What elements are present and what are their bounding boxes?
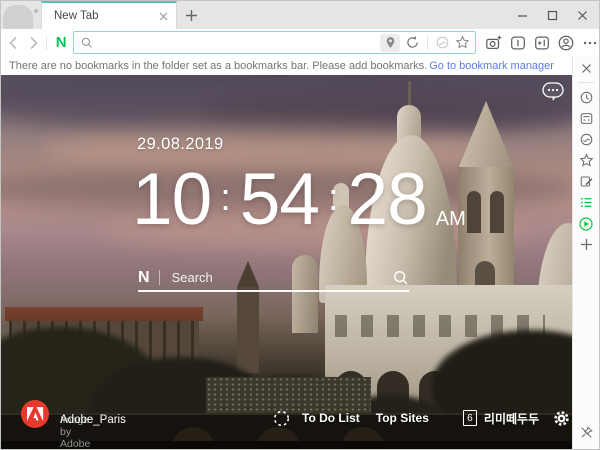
wallpaper-tower [237,287,259,373]
date-display: 29.08.2019 [137,135,224,154]
bookmark-star-icon[interactable] [453,34,471,52]
bookmark-manager-link[interactable]: Go to bookmark manager [429,60,554,72]
forward-button[interactable] [24,33,43,52]
clock-meridiem: AM [436,208,466,231]
address-bar [73,31,476,54]
wallpaper-detail [467,191,481,233]
reload-icon[interactable] [403,34,421,52]
window-controls [507,1,597,29]
toolbar-separator [46,36,47,50]
clock-separator: : [220,179,231,217]
sidebar-whale-icon[interactable] [573,129,600,150]
newtab-search-submit-icon[interactable] [392,269,409,286]
site-shortcut-button[interactable]: 리미떼두두 [484,410,539,427]
newtab-search-logo: N [138,269,150,287]
sidebar-unpin-icon[interactable] [573,422,600,443]
newtab-search-input[interactable] [170,269,392,286]
top-sites-button[interactable]: Top Sites [376,411,429,425]
split-window-icon[interactable] [532,33,551,52]
address-input[interactable] [98,35,380,51]
clock-display: 10 : 54 : 28 AM [132,163,466,236]
clock-seconds: 28 [348,163,427,236]
search-icon [80,36,93,49]
title-bar: New Tab [1,1,599,29]
whale-page-icon[interactable] [433,34,451,52]
clock-hours: 10 [132,163,211,236]
more-menu-icon[interactable] [580,33,599,52]
search-divider [159,270,160,285]
newtab-dock: To Do List Top Sites 6 리미떼두두 [273,407,570,429]
addressbar-separator [427,36,428,50]
whale-logo-dot [34,9,38,13]
sidebar-close-icon[interactable] [573,58,600,79]
settings-gear-icon[interactable] [553,410,570,427]
wallpaper-credit: Adobe_Paris Image by Adobe Stock [21,400,60,428]
location-pin-icon[interactable] [380,34,400,52]
wallpaper: 29.08.2019 10 : 54 : 28 AM N Adobe_Paris… [1,75,572,449]
sidebar-calculator-icon[interactable] [573,108,600,129]
profile-icon[interactable] [556,33,575,52]
sidebar-memo-icon[interactable] [573,171,600,192]
sidebar-divider [578,82,595,83]
dashed-circle-icon[interactable] [273,410,290,427]
sidebar [572,56,599,449]
sidebar-add-icon[interactable] [573,234,600,255]
todo-list-button[interactable]: To Do List [302,411,360,425]
newtab-search-bar: N [138,265,409,292]
sidebar-toggle-icon[interactable] [508,33,527,52]
site-favicon-badge[interactable]: 6 [463,410,477,426]
feedback-bubble-icon[interactable] [541,81,565,103]
capture-icon[interactable] [484,33,503,52]
maximize-button[interactable] [537,1,567,29]
sidebar-bookmarks-icon[interactable] [573,150,600,171]
bookmarks-message: There are no bookmarks in the folder set… [9,60,427,72]
wallpaper-subtitle: Image by Adobe Stock [60,414,90,449]
clock-separator: : [328,179,339,217]
tab-title: New Tab [54,10,159,22]
bookmarks-bar: There are no bookmarks in the folder set… [1,56,572,75]
tab-new-tab[interactable]: New Tab [41,1,177,29]
clock-minutes: 54 [240,163,319,236]
sidebar-play-icon[interactable] [573,213,600,234]
toolbar-actions [484,33,599,52]
minimize-button[interactable] [507,1,537,29]
whale-logo-blob [3,5,33,31]
wallpaper-building [5,307,203,321]
toolbar: N [1,29,599,56]
tab-close-icon[interactable] [159,12,168,21]
browser-window: New Tab N [0,0,600,450]
close-window-button[interactable] [567,1,597,29]
adobe-logo-icon[interactable] [21,400,49,428]
new-tab-button[interactable] [184,8,199,23]
sidebar-history-icon[interactable] [573,87,600,108]
naver-home-button[interactable]: N [56,35,67,50]
wallpaper-detail [490,191,504,233]
back-button[interactable] [5,33,24,52]
sidebar-todo-list-icon[interactable] [573,192,600,213]
